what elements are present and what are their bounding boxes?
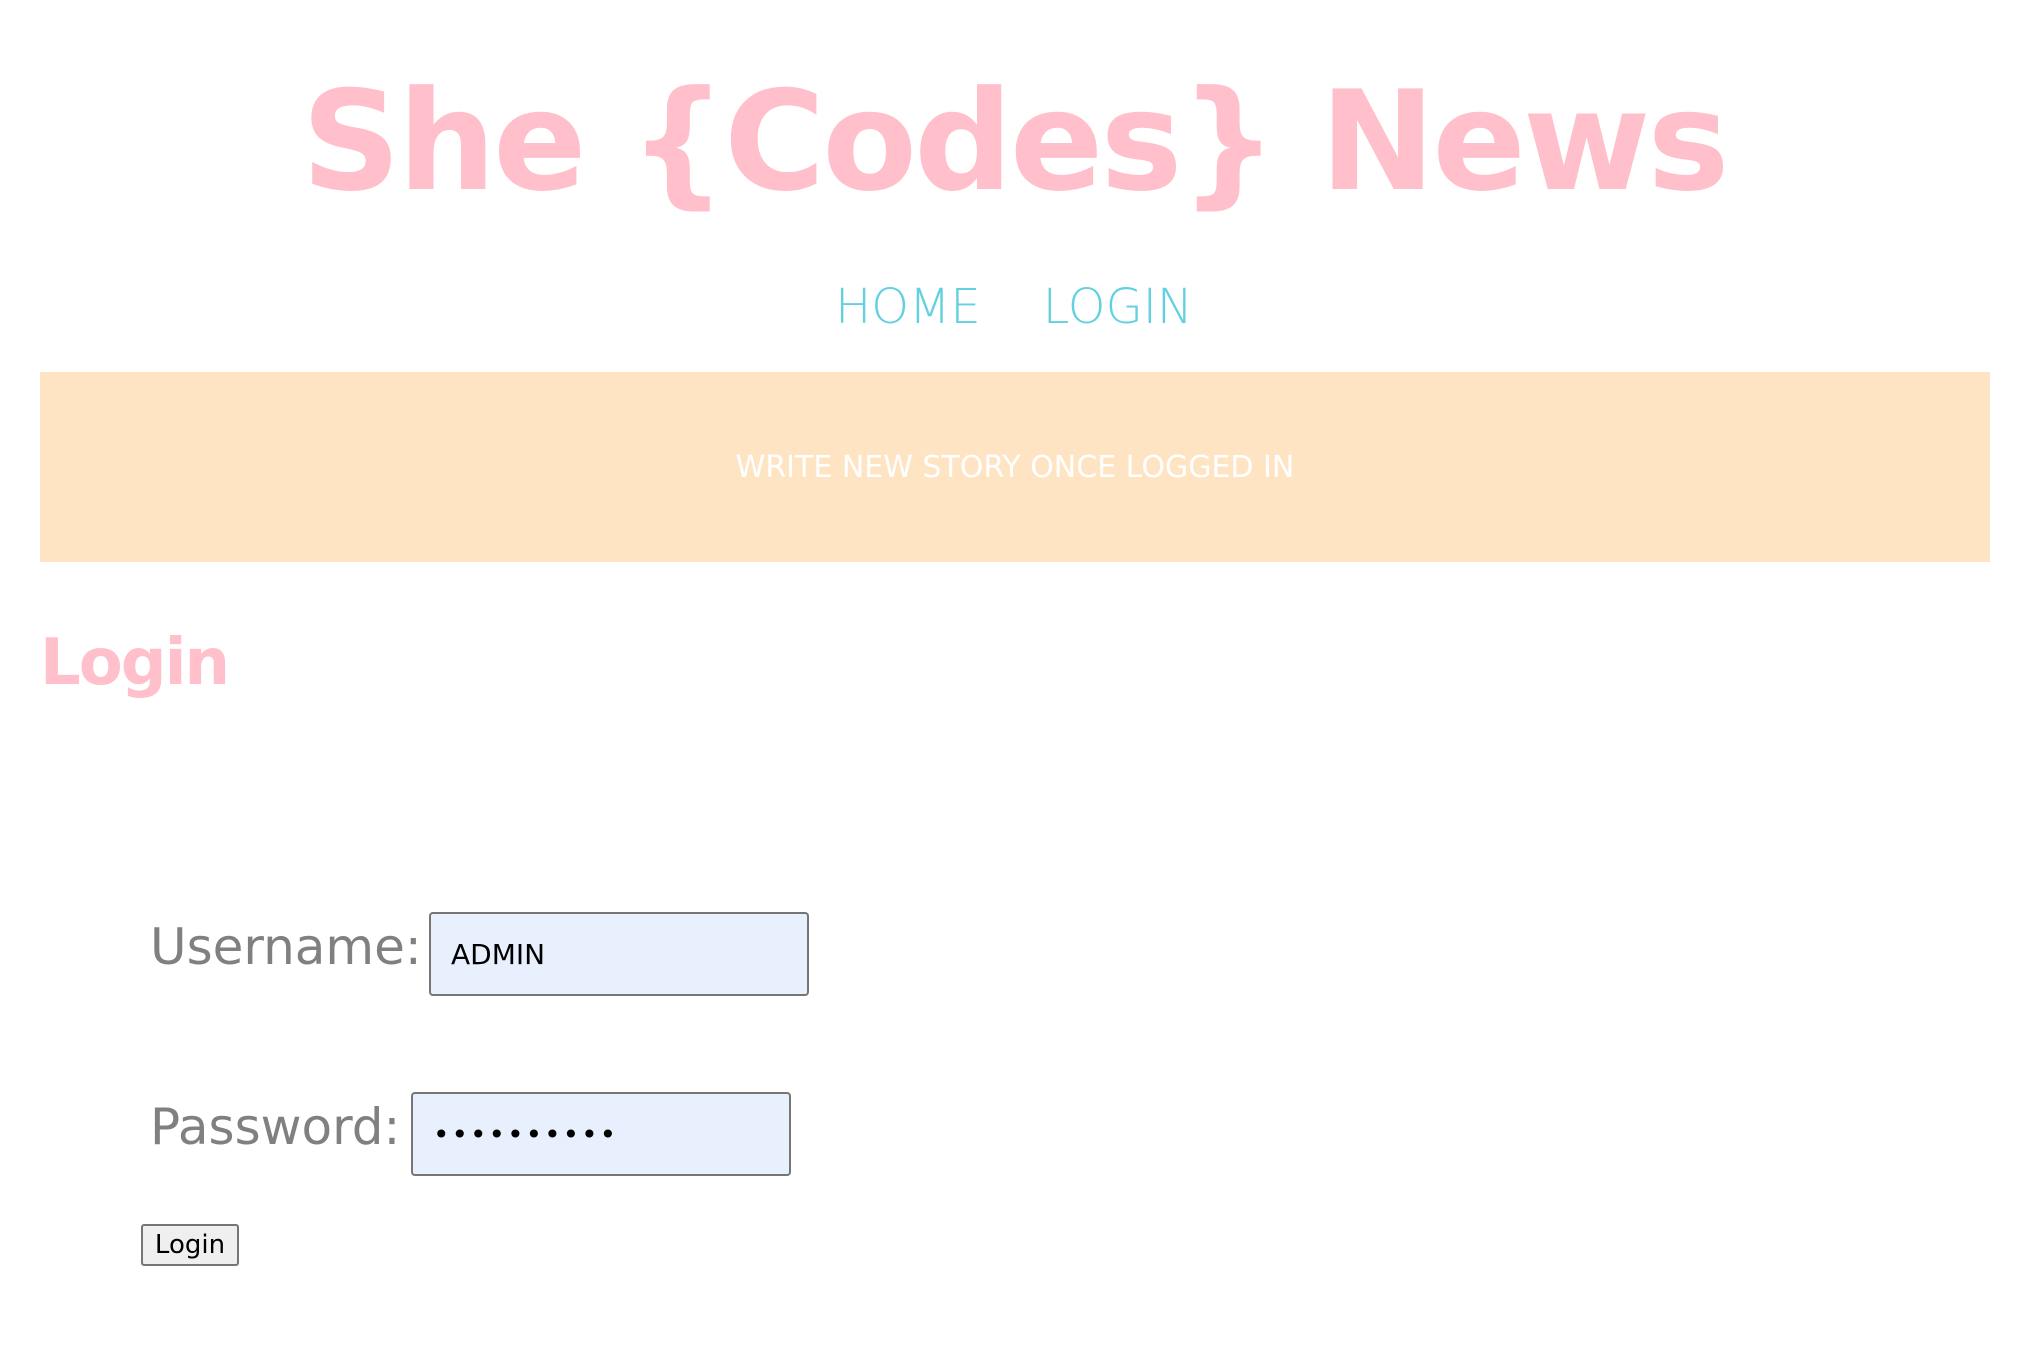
write-story-banner: WRITE NEW STORY ONCE LOGGED IN: [40, 372, 1990, 562]
password-label: Password:: [150, 1098, 401, 1156]
username-label: Username:: [150, 918, 422, 976]
main-nav: HOME LOGIN: [0, 272, 2028, 342]
banner-text: WRITE NEW STORY ONCE LOGGED IN: [735, 449, 1295, 485]
site-title: She {Codes} News: [301, 61, 1729, 222]
page-heading: Login: [40, 626, 230, 700]
password-input[interactable]: [411, 1092, 791, 1176]
nav-login-link[interactable]: LOGIN: [1043, 272, 1193, 342]
login-submit-button[interactable]: Login: [141, 1224, 239, 1266]
nav-home-link[interactable]: HOME: [835, 272, 981, 342]
username-input[interactable]: [429, 912, 809, 996]
